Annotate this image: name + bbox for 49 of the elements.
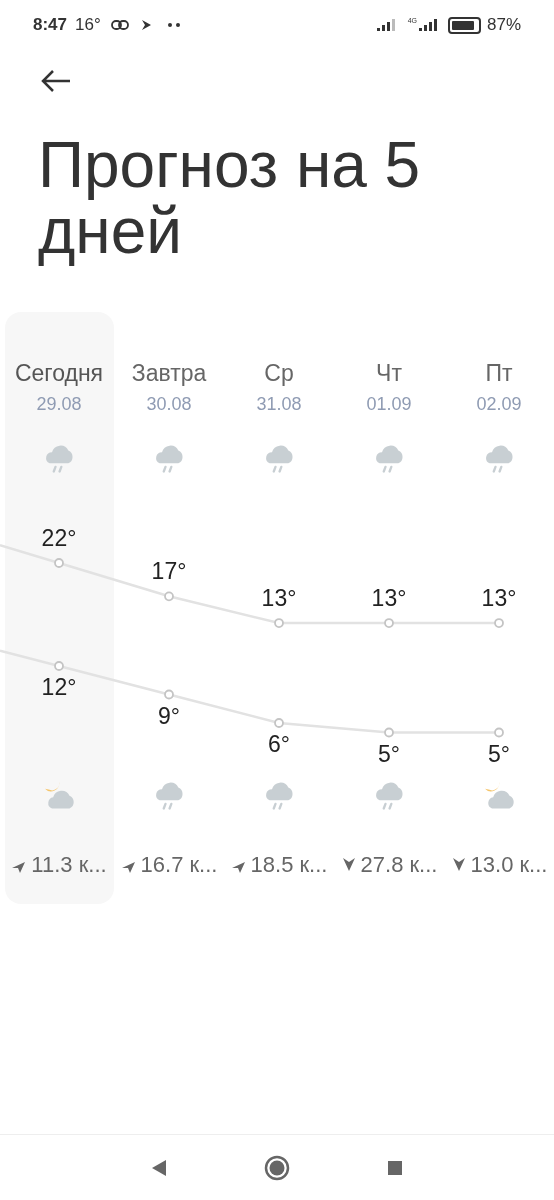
link-icon	[110, 20, 129, 30]
low-temperature: 5°	[488, 740, 510, 767]
day-name[interactable]: Пт	[485, 360, 513, 386]
high-temperature: 22°	[41, 525, 77, 551]
high-temperature: 13°	[261, 585, 297, 611]
clock: 8:47	[33, 14, 68, 37]
low-temperature: 6°	[268, 731, 290, 757]
high-temperature: 13°	[371, 585, 407, 611]
day-name[interactable]: Сегодня	[14, 360, 104, 386]
play-icon	[140, 19, 152, 31]
data-point	[274, 618, 284, 628]
data-point	[384, 727, 394, 738]
day-name[interactable]: Ср	[264, 360, 294, 386]
high-temperature: 17°	[151, 558, 187, 585]
battery-icon	[447, 16, 481, 34]
wind-speed: 16.7 к...	[140, 852, 218, 878]
day-name[interactable]: Чт	[376, 360, 402, 386]
date-text: 01.09	[366, 394, 412, 414]
back-nav-icon	[151, 1158, 167, 1177]
wind-speed: 27.8 к...	[360, 852, 438, 878]
page-title: Прогноз на 5 дней	[38, 132, 422, 264]
wind-speed: 13.0 к...	[470, 852, 548, 878]
low-temperature: 12°	[41, 674, 77, 700]
low-temperature: 5°	[378, 740, 400, 767]
home-icon	[264, 1154, 290, 1181]
date-text: 29.08	[36, 394, 82, 414]
more-icon	[167, 23, 180, 27]
signal-icon	[418, 19, 438, 31]
data-point	[494, 727, 504, 738]
data-point	[164, 591, 174, 602]
data-point	[54, 661, 64, 671]
date-text: 31.08	[256, 394, 302, 414]
recents-icon	[387, 1159, 403, 1176]
data-point	[164, 689, 174, 700]
wind-speed: 11.3 к...	[31, 852, 107, 878]
high-temperature: 13°	[481, 585, 517, 611]
signal-icon	[376, 19, 396, 31]
data-point	[274, 718, 284, 728]
day-name[interactable]: Завтра	[131, 360, 207, 386]
date-text: 02.09	[476, 394, 522, 414]
date-text: 30.08	[146, 394, 192, 414]
low-temperature: 9°	[158, 702, 180, 729]
data-point	[384, 618, 394, 628]
back-arrow-icon	[40, 69, 72, 93]
wind-speed: 18.5 к...	[250, 852, 328, 878]
battery-percent: 87%	[486, 14, 521, 37]
temperature-text: 16°	[75, 14, 101, 37]
data-point	[54, 558, 64, 568]
data-point	[494, 618, 504, 628]
